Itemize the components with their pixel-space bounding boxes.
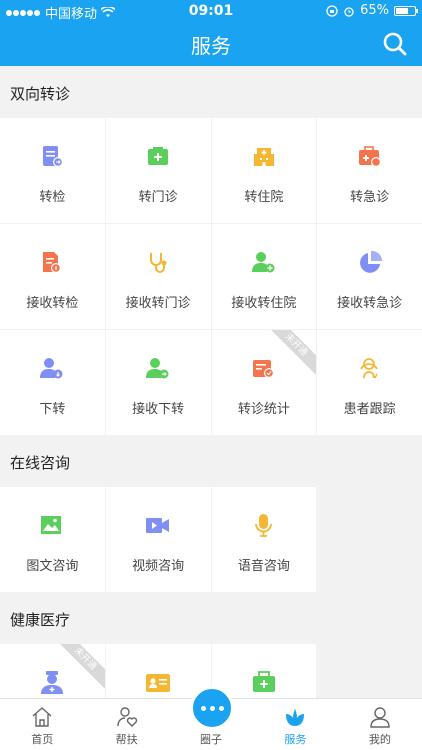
service-transfer-inpatient[interactable]: 转住院 <box>211 118 317 223</box>
section-health: 健康医疗 特需名医未开通档案调阅健康管理 <box>0 592 422 698</box>
service-referral-stats[interactable]: 转诊统计 未开通 <box>211 330 317 435</box>
clinic-box-icon <box>148 147 169 165</box>
tab-label: 我的 <box>368 733 391 746</box>
tab-label: 服务 <box>284 733 307 746</box>
service-label: 接收下转 <box>132 402 185 417</box>
tab-home[interactable]: 首页 <box>0 699 84 750</box>
service-grid: 图文咨询 视频咨询 语音咨询 <box>0 487 422 592</box>
service-famous-doctor[interactable]: 特需名医未开通 <box>0 644 105 698</box>
service-label: 转诊统计 <box>237 402 290 417</box>
service-text-consult[interactable]: 图文咨询 <box>0 487 105 592</box>
service-grid: 转检 转门诊 转住院 转急诊接收转检 接收转门诊 接收转住院 接收转急诊下转 接收下转 转诊统计… <box>0 118 422 435</box>
statistics-icon <box>252 360 274 378</box>
battery-percent: 65% <box>360 3 389 18</box>
service-label: 转门诊 <box>138 190 178 205</box>
home-icon <box>32 707 52 727</box>
hospital-building-icon <box>253 148 274 166</box>
service-label: 接收转检 <box>26 296 79 311</box>
pie-chart-icon <box>359 250 382 273</box>
section-title: 在线咨询 <box>0 435 422 487</box>
tab-label: 圈子 <box>200 733 223 746</box>
health-kit-icon <box>252 671 275 692</box>
service-label: 视频咨询 <box>132 559 185 574</box>
image-icon <box>41 516 62 534</box>
service-transfer-outpatient[interactable]: 转门诊 <box>105 118 211 223</box>
user-icon <box>370 707 390 728</box>
id-card-icon <box>146 674 171 692</box>
service-transfer-check[interactable]: 转检 <box>0 118 105 223</box>
service-patient-tracking[interactable]: 患者跟踪 <box>317 330 422 435</box>
service-transfer-emergency[interactable]: 转急诊 <box>317 118 422 223</box>
tab-service[interactable]: 服务 <box>253 699 337 750</box>
service-voice-consult[interactable]: 语音咨询 <box>211 487 317 592</box>
service-label: 语音咨询 <box>237 559 290 574</box>
heart-user-icon <box>116 707 137 727</box>
service-receive-inpatient[interactable]: 接收转住院 <box>211 224 317 329</box>
lotus-icon <box>286 708 305 726</box>
service-label: 接收转门诊 <box>125 296 191 311</box>
service-receive-outpatient[interactable]: 接收转门诊 <box>105 224 211 329</box>
service-receive-emergency[interactable]: 接收转急诊 <box>317 224 422 329</box>
service-records[interactable]: 档案调阅 <box>105 644 211 698</box>
service-label: 转急诊 <box>350 190 390 205</box>
service-label: 图文咨询 <box>26 559 79 574</box>
service-video-consult[interactable]: 视频咨询 <box>105 487 211 592</box>
section-referral: 双向转诊 转检 转门诊 转住院 转急诊接收转检 接收转门诊 接收转住院 接收转急诊下转 接收下… <box>0 66 422 435</box>
user-receive-icon <box>146 358 169 379</box>
user-plus-icon <box>251 252 275 273</box>
service-label: 接收转住院 <box>231 296 297 311</box>
grid-filler <box>317 644 422 698</box>
doctor-icon <box>41 671 64 694</box>
more-dots-icon[interactable] <box>190 686 234 730</box>
alarm-icon <box>344 6 354 17</box>
tab-label: 帮扶 <box>115 733 138 746</box>
tab-label: 首页 <box>31 733 54 746</box>
emergency-kit-icon <box>358 146 381 167</box>
service-label: 转住院 <box>244 190 284 205</box>
battery-icon <box>394 5 418 16</box>
section-title: 双向转诊 <box>0 66 422 118</box>
patient-tracking-icon <box>359 358 378 379</box>
user-down-icon <box>40 358 63 379</box>
rotation-lock-icon <box>326 4 338 17</box>
tab-help[interactable]: 帮扶 <box>84 699 168 750</box>
service-receive-downward[interactable]: 接收下转 <box>105 330 211 435</box>
service-label: 下转 <box>39 402 66 417</box>
grid-filler <box>317 487 422 592</box>
nav-bar: 服务 <box>0 22 422 66</box>
document-transfer-icon <box>43 146 64 167</box>
microphone-icon <box>254 514 272 537</box>
receive-document-icon <box>43 252 62 273</box>
service-label: 患者跟踪 <box>343 402 396 417</box>
service-receive-check[interactable]: 接收转检 <box>0 224 105 329</box>
service-label: 转检 <box>39 190 66 205</box>
service-content[interactable]: 双向转诊 转检 转门诊 转住院 转急诊接收转检 接收转门诊 接收转住院 接收转急诊下转 接收下… <box>0 66 422 698</box>
stethoscope-icon <box>150 253 167 273</box>
service-downward-transfer[interactable]: 下转 <box>0 330 105 435</box>
service-label: 接收转急诊 <box>337 296 403 311</box>
search-icon[interactable] <box>382 31 408 57</box>
tab-mine[interactable]: 我的 <box>338 699 422 750</box>
section-title: 健康医疗 <box>0 592 422 644</box>
section-consult: 在线咨询 图文咨询 视频咨询 语音咨询 <box>0 435 422 592</box>
status-right: 65% <box>326 3 418 18</box>
status-bar: 中国移动 09:01 65% <box>0 0 422 22</box>
service-health-management[interactable]: 健康管理 <box>211 644 317 698</box>
video-icon <box>146 518 170 533</box>
page-title: 服务 <box>191 34 231 58</box>
